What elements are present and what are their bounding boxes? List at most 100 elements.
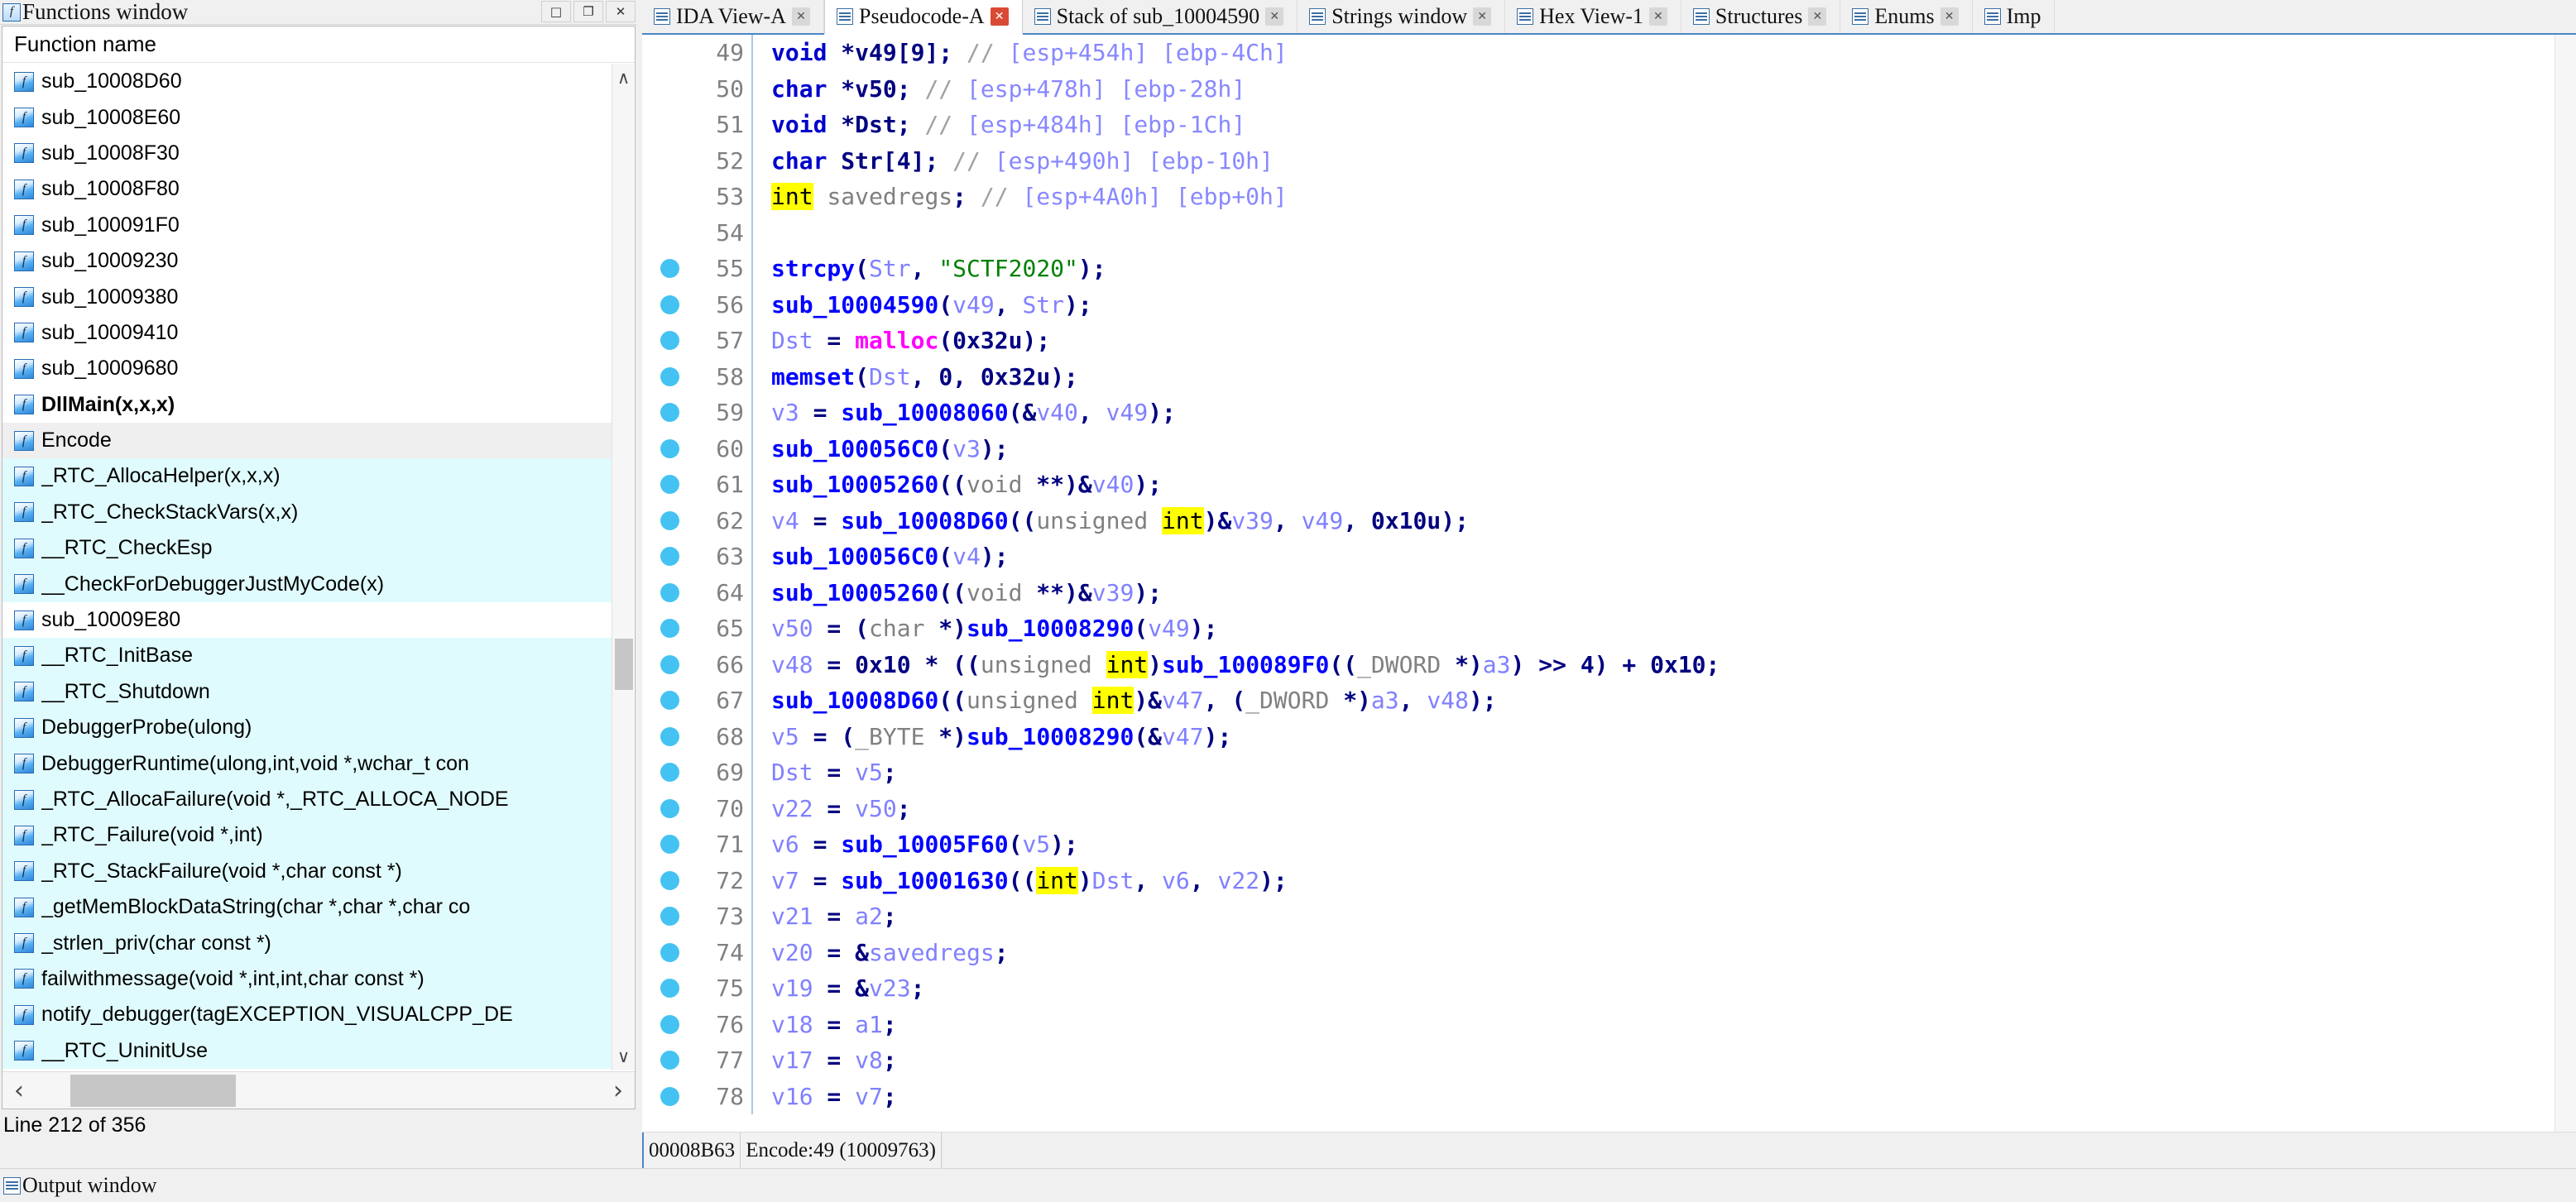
scroll-up-icon[interactable]: ∧ bbox=[612, 64, 635, 92]
breakpoint-dot-icon[interactable] bbox=[660, 475, 679, 495]
list-item[interactable]: f _RTC_CheckStackVars(x,x) bbox=[2, 494, 612, 531]
list-item[interactable]: f notify_debugger(tagEXCEPTION_VISUALCPP_… bbox=[2, 997, 612, 1033]
breakpoint-dot-icon[interactable] bbox=[660, 366, 679, 386]
list-item[interactable]: f DllMain(x,x,x) bbox=[2, 386, 612, 423]
breakpoint-dot-icon[interactable] bbox=[660, 870, 679, 890]
breakpoint-dot-icon[interactable] bbox=[660, 331, 679, 351]
breakpoint-gutter[interactable] bbox=[642, 475, 697, 495]
breakpoint-gutter[interactable] bbox=[642, 835, 697, 855]
code-line[interactable]: 63 sub_100056C0(v4); bbox=[642, 539, 2576, 575]
code-text[interactable]: sub_100056C0(v3); bbox=[753, 435, 2576, 462]
list-item[interactable]: f sub_100091F0 bbox=[2, 207, 612, 243]
pseudocode-vertical-scrollbar[interactable] bbox=[2554, 35, 2576, 1132]
code-text[interactable]: v18 = a1; bbox=[753, 1011, 2576, 1038]
code-line[interactable]: 62 v4 = sub_10008D60((unsigned int)&v39, … bbox=[642, 502, 2576, 539]
breakpoint-gutter[interactable] bbox=[642, 1014, 697, 1034]
code-line[interactable]: 51 void *Dst; // [esp+484h] [ebp-1Ch] bbox=[642, 107, 2576, 143]
code-text[interactable]: strcpy(Str, "SCTF2020"); bbox=[753, 255, 2576, 282]
functions-list-horizontal-scrollbar[interactable]: ‹ › bbox=[2, 1071, 635, 1109]
list-item[interactable]: f _RTC_AllocaHelper(x,x,x) bbox=[2, 458, 612, 495]
column-header-function-name[interactable]: Function name bbox=[2, 26, 635, 63]
output-window[interactable]: Output window bbox=[0, 1168, 2576, 1202]
code-text[interactable]: sub_10005260((void **)&v40); bbox=[753, 471, 2576, 498]
code-line[interactable]: 66 v48 = 0x10 * ((unsigned int)sub_100089… bbox=[642, 646, 2576, 682]
close-button[interactable]: ✕ bbox=[606, 1, 636, 22]
breakpoint-gutter[interactable] bbox=[642, 907, 697, 927]
code-text[interactable]: char Str[4]; // [esp+490h] [ebp-10h] bbox=[753, 147, 2576, 175]
code-line[interactable]: 76 v18 = a1; bbox=[642, 1006, 2576, 1042]
list-item[interactable]: f sub_10008E60 bbox=[2, 99, 612, 136]
breakpoint-dot-icon[interactable] bbox=[660, 835, 679, 855]
scroll-left-icon[interactable]: ‹ bbox=[2, 1072, 36, 1109]
code-line[interactable]: 64 sub_10005260((void **)&v39); bbox=[642, 574, 2576, 611]
code-text[interactable]: v21 = a2; bbox=[753, 903, 2576, 930]
code-text[interactable]: char *v50; // [esp+478h] [ebp-28h] bbox=[753, 75, 2576, 103]
breakpoint-gutter[interactable] bbox=[642, 691, 697, 711]
code-text[interactable]: v17 = v8; bbox=[753, 1046, 2576, 1074]
list-item[interactable]: fsub_1000A520 bbox=[2, 1068, 612, 1070]
breakpoint-dot-icon[interactable] bbox=[660, 654, 679, 674]
list-item[interactable]: f sub_10009380 bbox=[2, 279, 612, 315]
tab-pseudocode-a[interactable]: Pseudocode-A ✕ bbox=[824, 0, 1023, 35]
breakpoint-dot-icon[interactable] bbox=[660, 691, 679, 711]
code-text[interactable]: v16 = v7; bbox=[753, 1083, 2576, 1110]
tab-stack-of-sub-10004590[interactable]: Stack of sub_10004590 ✕ bbox=[1022, 0, 1298, 33]
code-text[interactable]: v3 = sub_10008060(&v40, v49); bbox=[753, 399, 2576, 426]
breakpoint-gutter[interactable] bbox=[642, 870, 697, 890]
list-item[interactable]: f sub_10009230 bbox=[2, 242, 612, 280]
tab-imp[interactable]: Imp bbox=[1972, 0, 2056, 33]
list-item[interactable]: f sub_10008F30 bbox=[2, 135, 612, 172]
code-text[interactable]: Dst = malloc(0x32u); bbox=[753, 327, 2576, 354]
breakpoint-gutter[interactable] bbox=[642, 619, 697, 639]
code-line[interactable]: 50 char *v50; // [esp+478h] [ebp-28h] bbox=[642, 70, 2576, 107]
list-item[interactable]: f __RTC_UninitUse bbox=[2, 1032, 612, 1069]
close-icon[interactable]: ✕ bbox=[1808, 7, 1827, 26]
breakpoint-gutter[interactable] bbox=[642, 942, 697, 962]
breakpoint-gutter[interactable] bbox=[642, 979, 697, 998]
breakpoint-dot-icon[interactable] bbox=[660, 798, 679, 818]
breakpoint-gutter[interactable] bbox=[642, 1086, 697, 1106]
code-line[interactable]: 53 int savedregs; // [esp+4A0h] [ebp+0h] bbox=[642, 179, 2576, 215]
code-line[interactable]: 70 v22 = v50; bbox=[642, 790, 2576, 826]
code-text[interactable]: v4 = sub_10008D60((unsigned int)&v39, v4… bbox=[753, 506, 2576, 534]
code-line[interactable]: 69 Dst = v5; bbox=[642, 754, 2576, 791]
code-text[interactable]: sub_10005260((void **)&v39); bbox=[753, 579, 2576, 606]
code-text[interactable]: v6 = sub_10005F60(v5); bbox=[753, 831, 2576, 858]
list-item[interactable]: f Encode bbox=[2, 422, 612, 459]
tab-hex-view-1[interactable]: Hex View-1 ✕ bbox=[1505, 0, 1681, 33]
code-line[interactable]: 73 v21 = a2; bbox=[642, 898, 2576, 935]
tab-strings-window[interactable]: Strings window ✕ bbox=[1298, 0, 1506, 33]
breakpoint-gutter[interactable] bbox=[642, 547, 697, 567]
code-line[interactable]: 61 sub_10005260((void **)&v40); bbox=[642, 467, 2576, 503]
code-text[interactable]: void *Dst; // [esp+484h] [ebp-1Ch] bbox=[753, 111, 2576, 138]
close-icon[interactable]: ✕ bbox=[1473, 7, 1492, 26]
list-item[interactable]: f __RTC_InitBase bbox=[2, 638, 612, 674]
code-line[interactable]: 74 v20 = &savedregs; bbox=[642, 934, 2576, 970]
code-text[interactable]: memset(Dst, 0, 0x32u); bbox=[753, 363, 2576, 390]
breakpoint-gutter[interactable] bbox=[642, 331, 697, 351]
code-text[interactable]: sub_10008D60((unsigned int)&v47, (_DWORD… bbox=[753, 687, 2576, 715]
list-item[interactable]: f _strlen_priv(char const *) bbox=[2, 925, 612, 961]
tab-structures[interactable]: Structures ✕ bbox=[1681, 0, 1841, 33]
breakpoint-dot-icon[interactable] bbox=[660, 1086, 679, 1106]
scroll-down-icon[interactable]: ∨ bbox=[612, 1042, 635, 1070]
list-item[interactable]: f sub_10008F80 bbox=[2, 171, 612, 208]
breakpoint-dot-icon[interactable] bbox=[660, 582, 679, 602]
code-line[interactable]: 58 memset(Dst, 0, 0x32u); bbox=[642, 358, 2576, 395]
list-item[interactable]: f DebuggerRuntime(ulong,int,void *,wchar_… bbox=[2, 745, 612, 782]
breakpoint-gutter[interactable] bbox=[642, 403, 697, 423]
list-item[interactable]: f DebuggerProbe(ulong) bbox=[2, 710, 612, 746]
code-text[interactable]: v19 = &v23; bbox=[753, 975, 2576, 1002]
code-text[interactable]: sub_100056C0(v4); bbox=[753, 543, 2576, 570]
breakpoint-gutter[interactable] bbox=[642, 798, 697, 818]
code-text[interactable]: v5 = (_BYTE *)sub_10008290(&v47); bbox=[753, 723, 2576, 750]
code-text[interactable]: void *v49[9]; // [esp+454h] [ebp-4Ch] bbox=[753, 39, 2576, 66]
breakpoint-dot-icon[interactable] bbox=[660, 907, 679, 927]
breakpoint-dot-icon[interactable] bbox=[660, 295, 679, 314]
breakpoint-gutter[interactable] bbox=[642, 438, 697, 458]
breakpoint-gutter[interactable] bbox=[642, 366, 697, 386]
code-text[interactable]: v22 = v50; bbox=[753, 795, 2576, 822]
list-item[interactable]: f _RTC_Failure(void *,int) bbox=[2, 817, 612, 854]
list-item[interactable]: f sub_10009E80 bbox=[2, 601, 612, 639]
list-item[interactable]: f __CheckForDebuggerJustMyCode(x) bbox=[2, 566, 612, 602]
